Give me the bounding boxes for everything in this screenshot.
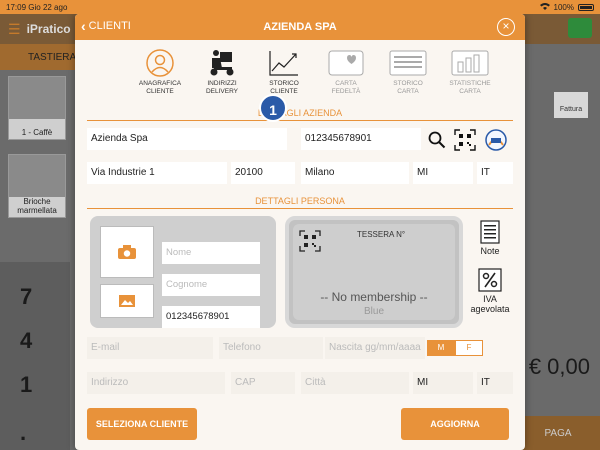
zip-field[interactable]: 20100 xyxy=(231,162,295,184)
modal-header: ‹ CLIENTI AZIENDA SPA × xyxy=(75,14,525,40)
vat-number-field[interactable]: 012345678901 xyxy=(301,128,421,150)
brioche-image xyxy=(9,155,65,197)
back-label: CLIENTI xyxy=(88,20,131,32)
tab-anagrafica[interactable]: ANAGRAFICA CLIENTE xyxy=(135,48,185,96)
tab-statistiche-carta[interactable]: STATISTICHE CARTA xyxy=(445,48,495,96)
person-cap-input[interactable]: CAP xyxy=(231,372,295,394)
app-brand: iPratico xyxy=(26,22,71,36)
menu-icon[interactable]: ☰ xyxy=(8,21,21,38)
product-tile-caffe[interactable]: 1 - Caffè xyxy=(8,76,66,140)
back-button[interactable]: ‹ CLIENTI xyxy=(81,18,131,34)
user-circle-icon xyxy=(139,48,181,78)
phone-input[interactable]: Telefono xyxy=(219,337,323,359)
registry-lookup-icon[interactable] xyxy=(484,128,508,155)
tab-bar: ANAGRAFICA CLIENTE INDIRIZZI DELIVERY ST… xyxy=(135,48,495,96)
tab-storico-cliente[interactable]: STORICO CLIENTE xyxy=(259,48,309,96)
qr-code-icon[interactable] xyxy=(299,230,321,255)
trend-chart-icon xyxy=(263,48,305,78)
section-dettagli-persona: DETTAGLI PERSONA xyxy=(87,196,513,209)
battery-percent: 100% xyxy=(553,2,574,12)
camera-button[interactable] xyxy=(100,226,154,278)
address-field[interactable]: Via Industrie 1 xyxy=(87,162,227,184)
right-panel xyxy=(528,90,600,450)
status-date: Gio 22 ago xyxy=(28,2,68,12)
tool-icons xyxy=(428,128,508,155)
gender-m-option[interactable]: M xyxy=(427,340,455,356)
bar-chart-icon xyxy=(449,48,491,78)
birthdate-input[interactable]: Nascita gg/mm/aaaa xyxy=(325,337,425,359)
province-field[interactable]: MI xyxy=(413,162,473,184)
first-name-input[interactable]: Nome xyxy=(162,242,260,264)
tab-carta-fedelta[interactable]: CARTA FEDELTÀ xyxy=(321,48,371,96)
person-address-input[interactable]: Indirizzo xyxy=(87,372,225,394)
membership-status: -- No membership -- xyxy=(320,290,428,304)
section-dettagli-azienda: DETTAGLI AZIENDA xyxy=(87,108,513,121)
key-1[interactable]: 1 xyxy=(20,372,32,398)
membership-card-inner: TESSERA N° -- No membership -- Blue xyxy=(293,224,455,320)
iva-label: IVA agevolata xyxy=(470,294,510,314)
email-input[interactable]: E-mail xyxy=(87,337,213,359)
pay-button[interactable]: PAGA xyxy=(516,416,600,450)
tab-label: STORICO CLIENTE xyxy=(269,80,299,95)
company-name-field[interactable]: Azienda Spa xyxy=(87,128,287,150)
total-amount: € 0,00 xyxy=(528,354,590,379)
update-button[interactable]: AGGIORNA xyxy=(401,408,509,440)
city-field[interactable]: Milano xyxy=(301,162,409,184)
chevron-left-icon: ‹ xyxy=(81,18,86,34)
person-city-input[interactable]: Città xyxy=(301,372,409,394)
tab-label: INDIRIZZI DELIVERY xyxy=(205,80,239,95)
membership-card[interactable]: TESSERA N° -- No membership -- Blue xyxy=(285,216,463,328)
person-country-field[interactable]: IT xyxy=(477,372,513,394)
gender-f-option[interactable]: F xyxy=(455,340,483,356)
status-time: 17:09 xyxy=(6,2,27,12)
coffee-image xyxy=(9,77,65,119)
product-tile-brioche[interactable]: Brioche marmellata xyxy=(8,154,66,218)
tab-label: STATISTICHE CARTA xyxy=(449,80,491,95)
person-card: Nome Cognome 012345678901 xyxy=(90,216,276,328)
status-bar: 17:09 Gio 22 ago 100% xyxy=(0,0,600,14)
camera-icon xyxy=(118,245,136,259)
step-badge: 1 xyxy=(259,94,287,122)
select-client-button[interactable]: SELEZIONA CLIENTE xyxy=(87,408,197,440)
tab-tastiera[interactable]: TASTIERA xyxy=(0,44,80,70)
delivery-scooter-icon xyxy=(201,48,243,78)
close-button[interactable]: × xyxy=(497,18,515,36)
modal-title: AZIENDA SPA xyxy=(263,21,337,33)
person-vat-field[interactable]: 012345678901 xyxy=(162,306,260,328)
tab-label: CARTA FEDELTÀ xyxy=(331,80,361,95)
search-icon[interactable] xyxy=(428,131,446,152)
image-icon xyxy=(119,295,135,307)
key-4[interactable]: 4 xyxy=(20,328,32,354)
battery-icon xyxy=(578,3,594,11)
iva-agevolata-button[interactable]: IVA agevolata xyxy=(465,268,515,314)
gallery-button[interactable] xyxy=(100,284,154,318)
key-dot[interactable]: . xyxy=(20,420,26,446)
note-label: Note xyxy=(480,246,500,256)
tab-storico-carta[interactable]: STORICO CARTA xyxy=(383,48,433,96)
card-color-label: Blue xyxy=(363,306,384,317)
tab-label: STORICO CARTA xyxy=(393,80,423,95)
tile-label: Brioche marmellata xyxy=(17,197,57,215)
note-button[interactable]: Note xyxy=(477,220,503,256)
printer-icon[interactable] xyxy=(568,18,592,38)
tab-indirizzi-delivery[interactable]: INDIRIZZI DELIVERY xyxy=(197,48,247,96)
last-name-input[interactable]: Cognome xyxy=(162,274,260,296)
person-province-field[interactable]: MI xyxy=(413,372,473,394)
note-icon xyxy=(480,220,500,244)
percent-icon xyxy=(478,268,502,292)
qr-scan-icon[interactable] xyxy=(454,129,476,154)
invoice-button[interactable]: Fattura xyxy=(554,92,588,118)
client-modal: ‹ CLIENTI AZIENDA SPA × ANAGRAFICA CLIEN… xyxy=(75,14,525,450)
wifi-icon xyxy=(539,2,550,12)
country-field[interactable]: IT xyxy=(477,162,513,184)
card-list-icon xyxy=(387,48,429,78)
heart-card-icon xyxy=(325,48,367,78)
card-number-label: TESSERA N° xyxy=(357,230,406,239)
key-7[interactable]: 7 xyxy=(20,284,32,310)
tab-label: ANAGRAFICA CLIENTE xyxy=(138,80,182,95)
gender-toggle: M F xyxy=(427,340,483,356)
tile-label: 1 - Caffè xyxy=(21,128,53,137)
keypad: 7 4 1 . xyxy=(0,262,70,450)
